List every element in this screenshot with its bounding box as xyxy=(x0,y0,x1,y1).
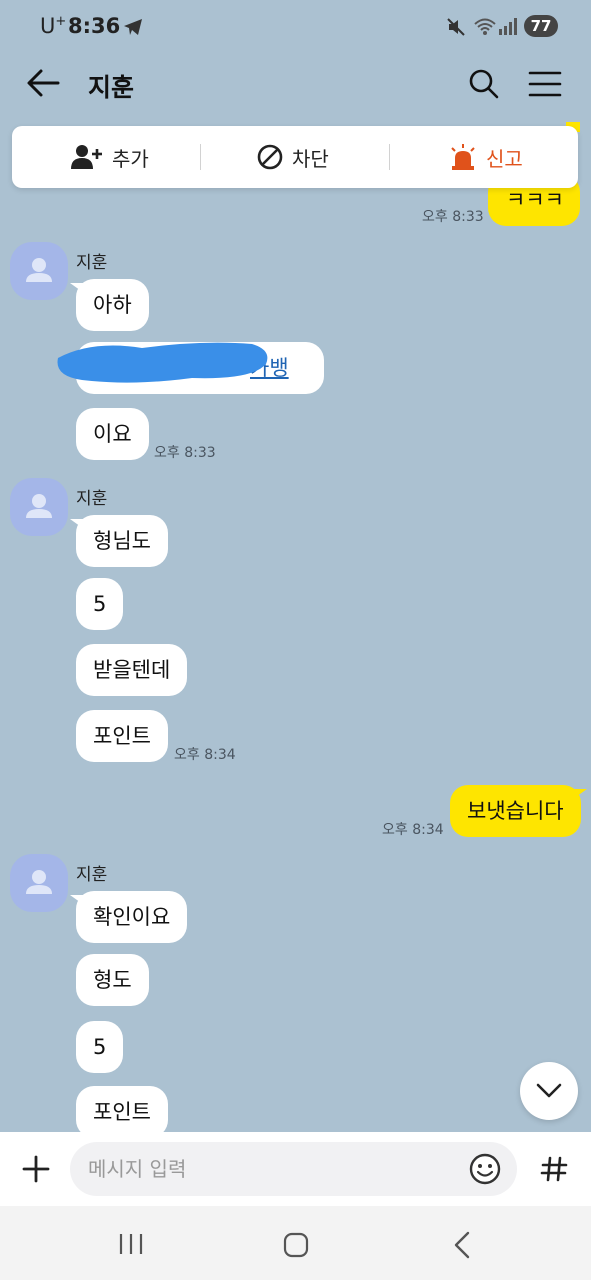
mute-icon xyxy=(447,18,465,36)
message-bubble[interactable]: 5 xyxy=(76,578,124,630)
default-profile-icon xyxy=(26,870,52,894)
message-time: 오후 8:34 xyxy=(382,822,444,838)
add-friend-button[interactable]: 추가 xyxy=(70,126,149,188)
message-bubble[interactable]: 포인트 xyxy=(76,1086,168,1138)
message-bubble[interactable]: 5 xyxy=(76,1021,124,1073)
search-icon[interactable] xyxy=(468,68,500,100)
telegram-icon xyxy=(124,19,142,35)
message-input[interactable] xyxy=(88,1152,468,1186)
my-message-bubble[interactable]: 보냇습니다 xyxy=(450,785,587,837)
sender-name: 지훈 xyxy=(76,489,108,509)
battery-indicator: 77 xyxy=(524,15,558,37)
home-icon[interactable] xyxy=(283,1232,309,1258)
message-bubble[interactable]: 아하 xyxy=(70,279,149,331)
siren-icon xyxy=(451,144,475,170)
block-icon xyxy=(257,144,283,170)
carrier-label: U+ xyxy=(40,14,67,38)
sender-name: 지훈 xyxy=(76,865,108,885)
chat-header: 지훈 xyxy=(0,52,591,116)
menu-icon[interactable] xyxy=(528,70,562,98)
wifi-icon xyxy=(474,18,496,35)
report-label: 신고 xyxy=(486,146,523,171)
plus-icon[interactable] xyxy=(22,1155,50,1183)
back-arrow-icon[interactable] xyxy=(26,68,60,98)
message-bubble[interactable]: 이요 xyxy=(76,408,149,460)
recent-apps-icon[interactable] xyxy=(118,1232,144,1256)
add-label: 추가 xyxy=(112,146,149,171)
emoticon-icon[interactable] xyxy=(468,1152,502,1186)
avatar[interactable] xyxy=(10,478,68,536)
message-bubble[interactable]: 형도 xyxy=(76,954,149,1006)
message-bubble[interactable]: 포인트 xyxy=(76,710,168,762)
default-profile-icon xyxy=(26,258,52,282)
clock: 8:36 xyxy=(68,14,121,38)
default-profile-icon xyxy=(26,494,52,518)
message-time: 오후 8:33 xyxy=(154,445,216,461)
block-button[interactable]: 차단 xyxy=(256,126,329,188)
divider xyxy=(200,144,201,170)
avatar[interactable] xyxy=(10,854,68,912)
sender-name: 지훈 xyxy=(76,253,108,273)
add-user-icon xyxy=(71,145,102,169)
message-bubble[interactable]: 받을텐데 xyxy=(76,644,188,696)
scroll-to-bottom-button[interactable] xyxy=(520,1062,578,1120)
hashtag-icon[interactable] xyxy=(540,1155,568,1183)
block-label: 차단 xyxy=(292,146,329,171)
divider xyxy=(389,144,390,170)
redaction-scribble xyxy=(57,342,268,383)
system-nav-bar xyxy=(0,1206,591,1280)
nav-back-icon[interactable] xyxy=(452,1231,472,1259)
message-time: 오후 8:33 xyxy=(422,209,484,225)
friend-action-card: 추가 차단 신고 xyxy=(12,126,578,188)
avatar[interactable] xyxy=(10,242,68,300)
message-bubble[interactable]: 확인이요 xyxy=(69,891,188,943)
message-time: 오후 8:34 xyxy=(174,747,236,763)
report-button[interactable]: 신고 xyxy=(448,126,523,188)
signal-icon xyxy=(499,18,517,35)
status-bar: U+ 8:36 77 xyxy=(0,0,591,52)
message-bubble[interactable]: 형님도 xyxy=(70,515,168,567)
message-input-container xyxy=(70,1142,517,1196)
chevron-down-icon xyxy=(536,1083,562,1098)
chat-title: 지훈 xyxy=(88,73,135,102)
message-input-bar xyxy=(0,1132,591,1206)
